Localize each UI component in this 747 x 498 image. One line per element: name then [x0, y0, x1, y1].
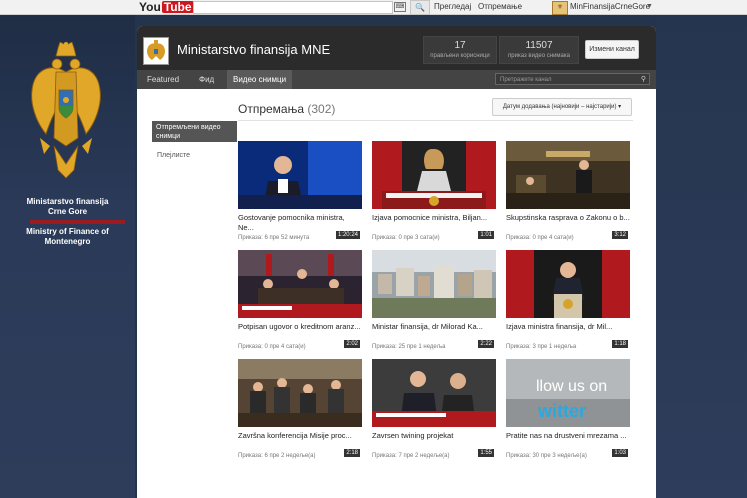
- video-title[interactable]: Pratite nas na drustveni mrezama ...: [506, 431, 630, 441]
- channel-header: Ministarstvo finansija MNE 17 прављени к…: [137, 26, 656, 70]
- channel-title[interactable]: Ministarstvo finansija MNE: [177, 42, 330, 57]
- channel-background-right: [656, 15, 747, 498]
- channel-search-input[interactable]: Претражите канал ⚲: [495, 73, 650, 85]
- search-input[interactable]: [193, 1, 393, 14]
- caption-montenegrin-1: Ministarstvo finansija: [26, 197, 109, 206]
- video-meta: Приказа: 0 пре 4 сата(и): [238, 344, 306, 350]
- sidebar-item-playlists[interactable]: Плејлисте: [157, 151, 190, 160]
- video-card[interactable]: 2:22 Ministar finansija, dr Milorad Ka...…: [372, 250, 496, 350]
- video-card[interactable]: llow us on witter 1:03 Pratite nas na drust…: [506, 359, 630, 459]
- caption-english-1: Ministry of Finance of: [26, 227, 109, 236]
- username-link[interactable]: MinFinansijaCrneGore: [570, 0, 650, 14]
- video-meta: Приказа: 25 пре 1 недеља: [372, 344, 446, 350]
- user-avatar[interactable]: ⚜: [552, 1, 568, 15]
- video-title[interactable]: Izjava pomocnice ministra, Biljan...: [372, 213, 496, 223]
- subscribers-stat: 17 прављени корисници: [423, 36, 497, 64]
- video-thumbnail[interactable]: [238, 359, 362, 427]
- video-card[interactable]: 2:02 Potpisan ugovor o kreditnom aranz...…: [238, 250, 362, 350]
- red-divider: [30, 220, 125, 224]
- search-button[interactable]: 🔍: [410, 0, 430, 15]
- video-meta: Приказа: 3 пре 1 недеља: [506, 344, 577, 350]
- logo-you-text: You: [139, 0, 161, 14]
- subscribers-label: прављени корисници: [430, 53, 490, 59]
- video-meta: Приказа: 0 пре 3 сата(и): [372, 235, 440, 241]
- video-meta: Приказа: 6 пре 52 минута: [238, 235, 310, 241]
- views-label: приказ видео снимака: [508, 53, 570, 59]
- video-card[interactable]: 1:18 Izjava ministra finansija, dr Mil...…: [506, 250, 630, 350]
- channel-search-placeholder: Претражите канал: [500, 77, 552, 83]
- chevron-down-icon[interactable]: ▼: [646, 0, 653, 14]
- video-title[interactable]: Gostovanje pomocnika ministra, Ne...: [238, 213, 362, 233]
- video-thumbnail[interactable]: llow us on witter: [506, 359, 630, 427]
- svg-text:llow us on: llow us on: [536, 378, 607, 395]
- video-meta: Приказа: 7 пре 2 недеље(а): [372, 453, 450, 459]
- uploads-divider: [238, 120, 633, 121]
- video-title[interactable]: Zavrsen twining projekat: [372, 431, 496, 441]
- logo-tube-text: Tube: [161, 0, 194, 14]
- search-icon: 🔍: [415, 3, 425, 12]
- video-card[interactable]: 1:20:24 Gostovanje pomocnika ministra, Ne…: [238, 141, 362, 241]
- youtube-logo[interactable]: You Tube: [139, 0, 194, 14]
- search-icon[interactable]: ⚲: [641, 74, 646, 86]
- channel-background-left: Ministarstvo finansija Crne Gore Ministr…: [0, 15, 135, 498]
- video-card[interactable]: 1:01 Izjava pomocnice ministra, Biljan...…: [372, 141, 496, 241]
- uploads-count: (302): [307, 102, 336, 116]
- edit-channel-button[interactable]: Измени канал: [585, 40, 639, 59]
- video-thumbnail[interactable]: [372, 250, 496, 318]
- video-thumbnail[interactable]: [372, 359, 496, 427]
- video-title[interactable]: Ministar finansija, dr Milorad Ka...: [372, 322, 496, 332]
- views-stat: 11507 приказ видео снимака: [499, 36, 579, 64]
- video-meta: Приказа: 0 пре 4 сата(и): [506, 235, 574, 241]
- caption-montenegrin-2: Crne Gore: [47, 207, 88, 216]
- upload-link[interactable]: Отпремање: [478, 0, 522, 14]
- video-meta: Приказа: 6 пре 2 недеље(а): [238, 453, 316, 459]
- channel-tabs: Featured Фид Видео снимци Претражите кан…: [137, 70, 656, 89]
- youtube-masthead: You Tube ⌨ 🔍 Прегледај Отпремање ⚜ MinFin…: [0, 0, 747, 15]
- video-meta: Приказа: 30 пре 3 недеље(а): [506, 453, 587, 459]
- video-title[interactable]: Skupstinska rasprava o Zakonu o b...: [506, 213, 630, 223]
- sort-dropdown[interactable]: Датум додавања (најновији – најстарији) …: [492, 98, 632, 116]
- sidebar-item-uploaded-videos[interactable]: Отпремљени видео снимци: [152, 121, 237, 142]
- keyboard-icon[interactable]: ⌨: [394, 2, 406, 12]
- tab-videos[interactable]: Видео снимци: [227, 70, 293, 89]
- video-thumbnail[interactable]: [238, 250, 362, 318]
- video-card[interactable]: 2:18 Završna konferencija Misije proc... П…: [238, 359, 362, 459]
- uploads-title: Отпремања: [238, 102, 305, 116]
- montenegro-coat-of-arms: [31, 42, 101, 179]
- views-count: 11507: [525, 40, 553, 51]
- video-title[interactable]: Završna konferencija Misije proc...: [238, 431, 362, 441]
- video-thumbnail[interactable]: [506, 141, 630, 209]
- uploads-heading: Отпремања (302): [238, 102, 335, 116]
- video-thumbnail[interactable]: [506, 250, 630, 318]
- subscribers-count: 17: [454, 40, 466, 51]
- video-thumbnail[interactable]: [372, 141, 496, 209]
- svg-text:witter: witter: [537, 401, 586, 421]
- channel-page: Ministarstvo finansija MNE 17 прављени к…: [137, 26, 656, 498]
- browse-link[interactable]: Прегледај: [434, 0, 471, 14]
- tab-featured[interactable]: Featured: [141, 70, 185, 89]
- video-title[interactable]: Potpisan ugovor o kreditnom aranz...: [238, 322, 362, 332]
- caption-english-2: Montenegro: [44, 237, 91, 246]
- video-card[interactable]: 3:12 Skupstinska rasprava o Zakonu o b...…: [506, 141, 630, 241]
- video-title[interactable]: Izjava ministra finansija, dr Mil...: [506, 322, 630, 332]
- video-card[interactable]: 1:55 Zavrsen twining projekat Приказа: 7 п…: [372, 359, 496, 459]
- channel-avatar[interactable]: [143, 37, 169, 65]
- tab-feed[interactable]: Фид: [193, 70, 220, 89]
- video-thumbnail[interactable]: [238, 141, 362, 209]
